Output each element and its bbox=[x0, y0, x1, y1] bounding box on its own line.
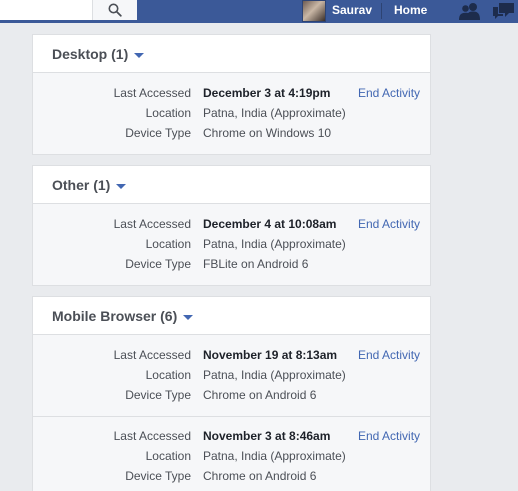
end-activity-link[interactable]: End Activity bbox=[358, 86, 420, 100]
device-type-label: Device Type bbox=[125, 469, 191, 483]
session-item: Last Accessed December 4 at 10:08am End … bbox=[33, 204, 430, 285]
group-title: Other (1) bbox=[52, 176, 111, 193]
session-group-desktop: Desktop (1) Last Accessed December 3 at … bbox=[32, 34, 431, 155]
session-item: Last Accessed November 3 at 8:46am End A… bbox=[33, 416, 430, 491]
location-value: Patna, India (Approximate) bbox=[203, 368, 346, 382]
end-activity-link[interactable]: End Activity bbox=[358, 429, 420, 443]
device-type-value: Chrome on Android 6 bbox=[203, 469, 317, 483]
session-group-other: Other (1) Last Accessed December 4 at 10… bbox=[32, 165, 431, 286]
profile-link[interactable]: Saurav bbox=[332, 3, 372, 17]
location-label: Location bbox=[145, 106, 191, 120]
search-box bbox=[0, 0, 137, 20]
end-activity-link[interactable]: End Activity bbox=[358, 348, 420, 362]
home-link[interactable]: Home bbox=[394, 3, 427, 17]
last-accessed-label: Last Accessed bbox=[113, 86, 191, 100]
location-label: Location bbox=[145, 449, 191, 463]
device-type-label: Device Type bbox=[125, 257, 191, 271]
chevron-down-icon bbox=[116, 183, 127, 189]
last-accessed-label: Last Accessed bbox=[113, 217, 191, 231]
last-accessed-value: December 4 at 10:08am bbox=[203, 217, 337, 231]
last-accessed-value: November 3 at 8:46am bbox=[203, 429, 331, 443]
session-group-mobile-browser: Mobile Browser (6) Last Accessed Novembe… bbox=[32, 296, 431, 491]
search-input[interactable] bbox=[0, 0, 92, 20]
location-value: Patna, India (Approximate) bbox=[203, 449, 346, 463]
device-type-label: Device Type bbox=[125, 126, 191, 140]
group-header[interactable]: Desktop (1) bbox=[33, 35, 430, 73]
last-accessed-label: Last Accessed bbox=[113, 348, 191, 362]
session-item: Last Accessed December 3 at 4:19pm End A… bbox=[33, 73, 430, 154]
location-label: Location bbox=[145, 237, 191, 251]
nav-divider bbox=[381, 3, 382, 19]
end-activity-link[interactable]: End Activity bbox=[358, 217, 420, 231]
last-accessed-label: Last Accessed bbox=[113, 429, 191, 443]
group-header[interactable]: Mobile Browser (6) bbox=[33, 297, 430, 335]
group-title: Desktop (1) bbox=[52, 45, 129, 62]
location-value: Patna, India (Approximate) bbox=[203, 106, 346, 120]
location-label: Location bbox=[145, 368, 191, 382]
device-type-value: Chrome on Windows 10 bbox=[203, 126, 332, 140]
device-type-label: Device Type bbox=[125, 388, 191, 402]
chevron-down-icon bbox=[183, 314, 194, 320]
device-type-value: FBLite on Android 6 bbox=[203, 257, 309, 271]
friends-icon[interactable] bbox=[458, 2, 482, 20]
top-nav-bar: Saurav Home bbox=[0, 0, 518, 23]
search-icon bbox=[108, 3, 122, 17]
session-item: Last Accessed November 19 at 8:13am End … bbox=[33, 335, 430, 416]
chevron-down-icon bbox=[134, 52, 145, 58]
location-value: Patna, India (Approximate) bbox=[203, 237, 346, 251]
group-header[interactable]: Other (1) bbox=[33, 166, 430, 204]
last-accessed-value: December 3 at 4:19pm bbox=[203, 86, 331, 100]
avatar[interactable] bbox=[302, 0, 326, 22]
search-button[interactable] bbox=[92, 0, 137, 20]
device-type-value: Chrome on Android 6 bbox=[203, 388, 317, 402]
messages-icon[interactable] bbox=[492, 2, 516, 20]
last-accessed-value: November 19 at 8:13am bbox=[203, 348, 338, 362]
group-title: Mobile Browser (6) bbox=[52, 307, 178, 324]
